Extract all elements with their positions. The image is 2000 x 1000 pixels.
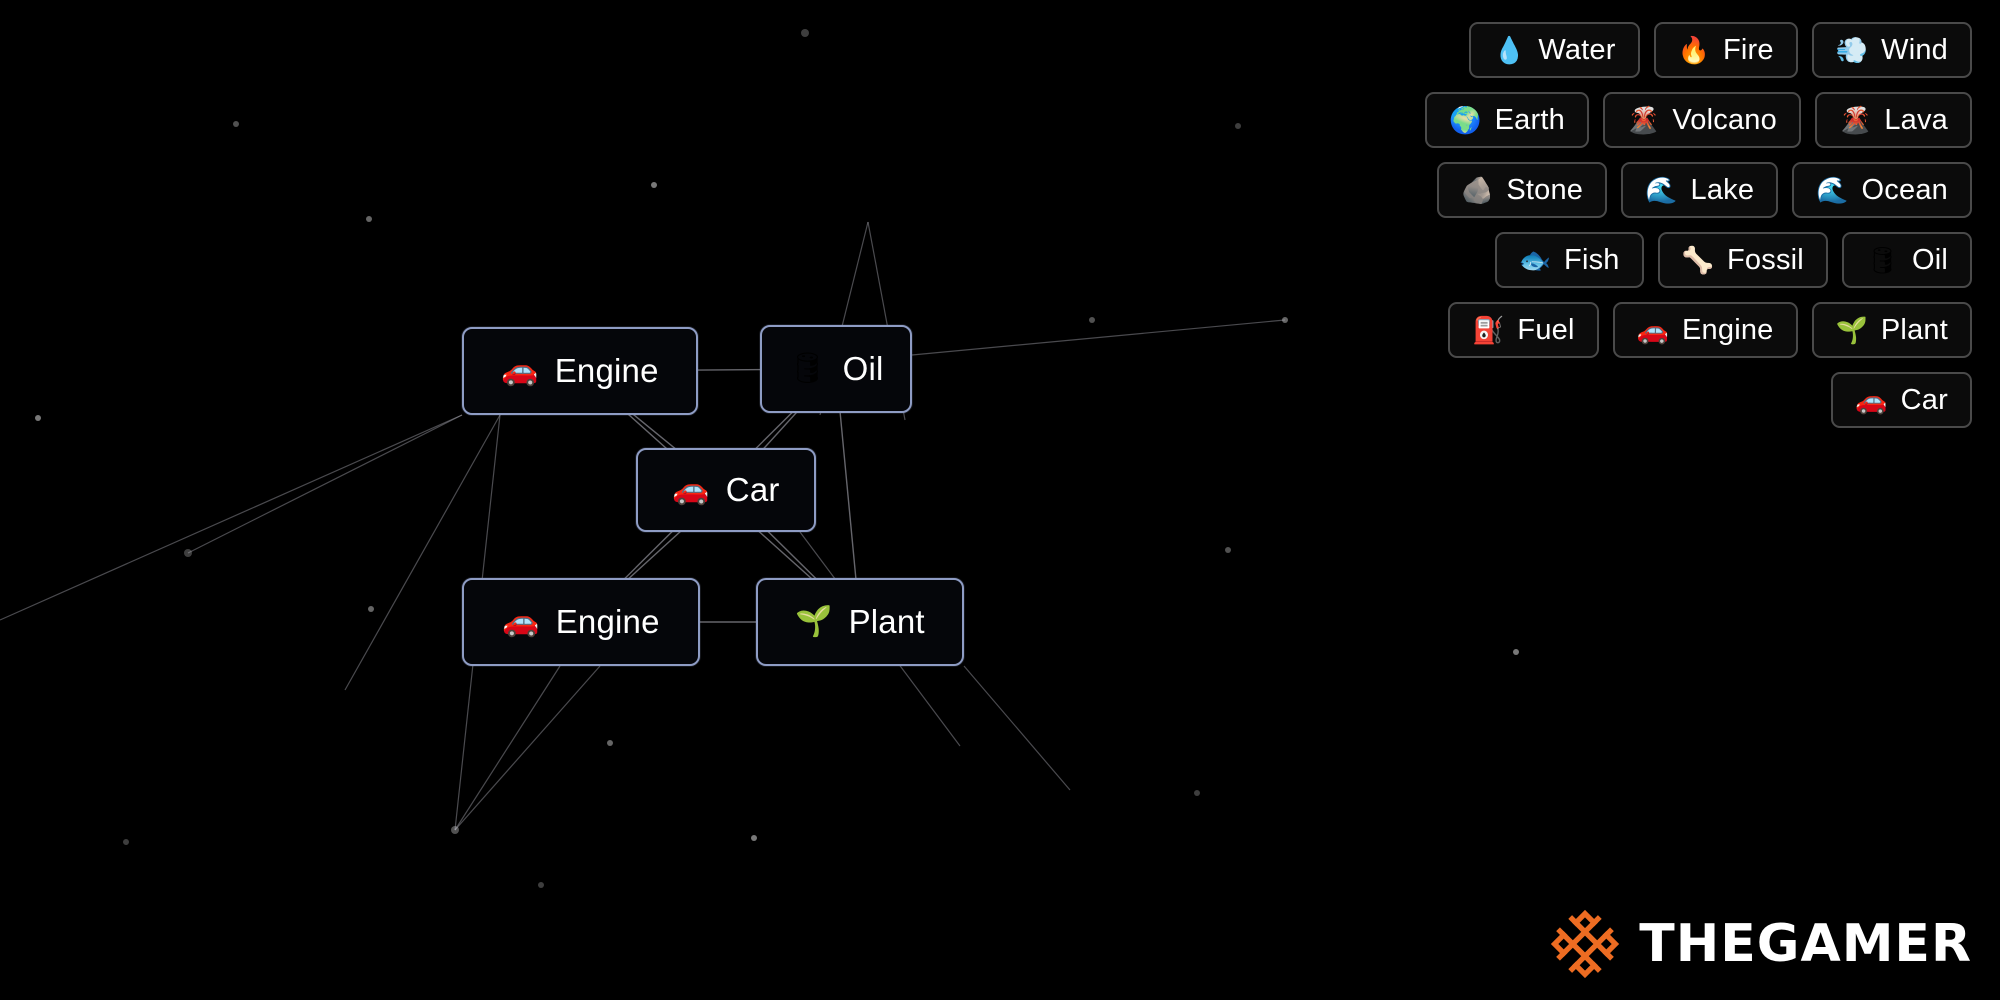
fire-icon: 🔥 [1677, 35, 1710, 65]
inventory-item-fossil[interactable]: 🦴 Fossil [1657, 232, 1828, 288]
car-icon: 🚗 [501, 354, 539, 387]
volcano-icon: 🌋 [1626, 105, 1660, 135]
inventory-item-stone[interactable]: 🪨 Stone [1436, 162, 1608, 218]
oil-drum-icon: 🛢 [1865, 245, 1899, 275]
inventory-item-label: Volcano [1672, 103, 1777, 136]
oil-drum-icon: 🛢 [788, 352, 827, 385]
wind-face-icon: 💨 [1835, 35, 1869, 65]
inventory-item-label: Lake [1690, 173, 1755, 206]
inventory-item-label: Engine [1682, 313, 1774, 346]
inventory-sidebar: 💧 Water 🔥 Fire 💨 Wind 🌍 Earth 🌋 Volcano 🌋 Lava 🪨 Ston… [1352, 22, 1972, 428]
inventory-item-label: Earth [1494, 103, 1565, 136]
inventory-item-label: Ocean [1861, 173, 1948, 206]
bone-icon: 🦴 [1681, 245, 1714, 275]
rock-icon: 🪨 [1460, 175, 1494, 205]
inventory-item-earth[interactable]: 🌍 Earth [1425, 92, 1589, 148]
inventory-item-label: Stone [1506, 173, 1584, 206]
canvas-node-label: Engine [555, 603, 660, 640]
seedling-icon: 🌱 [795, 605, 833, 638]
inventory-item-fire[interactable]: 🔥 Fire [1653, 22, 1798, 78]
car-icon: 🚗 [502, 605, 540, 638]
inventory-item-oil[interactable]: 🛢 Oil [1841, 232, 1972, 288]
thegamer-diamond-logo-icon [1551, 909, 1620, 979]
inventory-item-label: Car [1900, 383, 1948, 416]
wave-icon: 🌊 [1645, 175, 1678, 205]
inventory-item-label: Fish [1564, 243, 1620, 276]
canvas-node-oil[interactable]: 🛢 Oil [760, 325, 912, 413]
fish-icon: 🐟 [1518, 245, 1552, 275]
seedling-icon: 🌱 [1835, 315, 1868, 345]
inventory-item-plant[interactable]: 🌱 Plant [1811, 302, 1972, 358]
inventory-item-water[interactable]: 💧 Water [1468, 22, 1640, 78]
inventory-item-label: Fire [1723, 33, 1774, 66]
canvas-node-engine-top[interactable]: 🚗 Engine [462, 327, 698, 415]
inventory-item-lava[interactable]: 🌋 Lava [1814, 92, 1972, 148]
inventory-item-label: Oil [1911, 243, 1948, 276]
wave-icon: 🌊 [1816, 175, 1849, 205]
inventory-item-fuel[interactable]: ⛽ Fuel [1448, 302, 1599, 358]
canvas-node-engine-bottom[interactable]: 🚗 Engine [462, 578, 700, 666]
car-icon: 🚗 [672, 473, 710, 506]
inventory-item-label: Fuel [1517, 313, 1575, 346]
canvas-node-car[interactable]: 🚗 Car [636, 448, 816, 532]
inventory-item-fish[interactable]: 🐟 Fish [1494, 232, 1644, 288]
fuel-pump-icon: ⛽ [1472, 315, 1505, 345]
thegamer-wordmark: THEGAMER [1639, 914, 1972, 974]
inventory-item-wind[interactable]: 💨 Wind [1811, 22, 1972, 78]
canvas-node-plant[interactable]: 🌱 Plant [756, 578, 964, 666]
canvas-node-label: Oil [842, 350, 884, 387]
inventory-item-ocean[interactable]: 🌊 Ocean [1792, 162, 1972, 218]
inventory-item-car[interactable]: 🚗 Car [1831, 372, 1972, 428]
inventory-item-label: Wind [1881, 33, 1948, 66]
earth-globe-icon: 🌍 [1449, 105, 1482, 135]
car-icon: 🚗 [1636, 315, 1670, 345]
water-drop-icon: 💧 [1492, 35, 1526, 65]
canvas-node-label: Car [725, 471, 780, 508]
inventory-item-engine[interactable]: 🚗 Engine [1612, 302, 1798, 358]
thegamer-watermark: THEGAMER [1547, 906, 1972, 982]
inventory-item-label: Water [1538, 33, 1616, 66]
inventory-item-label: Lava [1884, 103, 1948, 136]
inventory-item-label: Plant [1880, 313, 1948, 346]
canvas-node-label: Engine [554, 352, 659, 389]
car-icon: 🚗 [1855, 385, 1888, 415]
volcano-icon: 🌋 [1838, 105, 1872, 135]
canvas-node-label: Plant [848, 603, 925, 640]
inventory-item-label: Fossil [1727, 243, 1804, 276]
inventory-item-lake[interactable]: 🌊 Lake [1621, 162, 1779, 218]
infinite-craft-screen: 🚗 Engine 🛢 Oil 🚗 Car 🚗 Engine 🌱 Plant 💧 Water 🔥 Fire… [0, 0, 2000, 1000]
inventory-item-volcano[interactable]: 🌋 Volcano [1602, 92, 1801, 148]
